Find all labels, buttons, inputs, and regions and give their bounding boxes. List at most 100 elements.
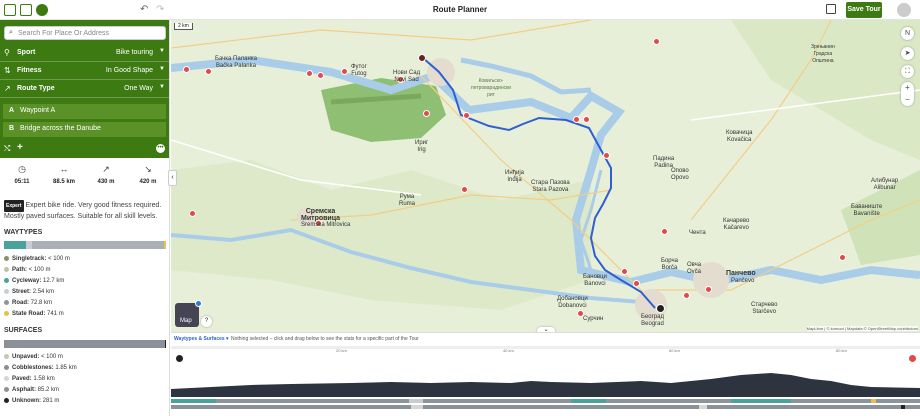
fitness-icon: ⇅ [4,66,11,75]
fullscreen-icon[interactable]: ⛶ [901,65,914,78]
legend-value: < 100 m [28,267,51,274]
legend-label: Unpaved: [12,354,40,361]
reorder-icon[interactable]: ⤭ [4,144,10,154]
waytype-segment [409,399,423,403]
poi-marker[interactable] [573,116,580,123]
zoom-in-icon[interactable]: + [901,82,914,94]
surfaces-heading: SURFACES [4,327,43,334]
poi-marker[interactable] [839,254,846,261]
collapse-sidebar-icon[interactable]: ‹ [168,170,177,186]
chevron-down-icon: ▼ [159,66,165,72]
place-label: Београд Beograd [641,314,664,327]
waypoint-b-marker[interactable] [418,54,426,62]
add-waypoint-icon[interactable]: + [17,142,23,153]
poi-marker[interactable] [341,68,348,75]
legend-value: 72.8 km [30,300,53,307]
poi-marker[interactable] [683,292,690,299]
place-label: Зрењанин Градска Општина [811,44,835,64]
legend-item: Path: < 100 m [4,267,51,273]
sport-setting[interactable]: ⚲ Sport Bike touring ▼ [0,44,169,62]
locate-icon[interactable]: ➤ [901,47,914,60]
legend-item: Cycleway: 12.7 km [4,278,64,284]
legend-item: Unpaved: < 100 m [4,354,63,360]
poi-marker[interactable] [306,70,313,77]
waytype-segment [26,241,32,249]
map-base [171,20,920,332]
place-label: Чента [689,230,706,236]
map-scale: 2 km [174,23,193,30]
waypoint-a[interactable]: A Waypoint A [3,104,166,119]
place-label: Ковачица Kovačica [726,130,753,143]
elevation-profile[interactable] [171,363,920,397]
place-label: Sremska Mitrovica [301,222,351,228]
poi-marker[interactable] [189,210,196,217]
legend-label: Cycleway: [12,278,42,285]
waypoint-b[interactable]: B Bridge across the Danube [3,122,166,137]
poi-marker[interactable] [183,66,190,73]
save-tour-button[interactable]: Save Tour [846,2,882,18]
poi-marker[interactable] [705,286,712,293]
poi-marker[interactable] [423,110,430,117]
legend-value: < 100 m [41,354,63,361]
export-icon[interactable] [826,4,836,14]
waypoint-a-marker[interactable] [656,304,665,313]
map-layer-label: Map [180,318,192,324]
zoom-out-icon[interactable]: − [901,94,914,106]
legend-label: Paved: [12,376,32,383]
legend-item: Street: 2.54 km [4,289,54,295]
setting-value: In Good Shape [105,67,153,74]
paved-swatch [4,376,9,381]
search-input[interactable]: ⌕ Search For Place Or Address [4,26,166,40]
distance-icon: ↔ [59,164,69,174]
compass-icon[interactable]: N [901,27,914,40]
axis-tick: 60 km [669,348,680,353]
poi-marker[interactable] [463,112,470,119]
poi-marker[interactable] [603,152,610,159]
avatar[interactable] [897,3,911,17]
zoom-control: + − [901,82,914,106]
poi-marker[interactable] [633,280,640,287]
poi-marker[interactable] [461,186,468,193]
poi-marker[interactable] [583,116,590,123]
setting-label: Sport [17,49,36,56]
tab-waytypes-surfaces[interactable]: Waytypes & Surfaces ▾ [174,336,229,342]
legend-label: Singletrack: [12,256,47,263]
unknown-swatch [4,398,9,403]
start-marker [176,355,183,362]
poi-marker[interactable] [661,228,668,235]
map-layer-button[interactable]: Map [175,300,202,327]
legend-value: 1.85 km [55,365,77,372]
poi-marker[interactable] [317,72,324,79]
legend-value: 85.2 km [37,387,60,394]
poi-marker[interactable] [205,68,212,75]
legend-value: 1.58 km [33,376,55,383]
asphalt-swatch [4,387,9,392]
place-label: Баваниште Bavanište [851,204,883,217]
map-canvas[interactable]: Бачка Паланка Bačka Palanka Футог Futog … [171,20,920,332]
legend-value: < 100 m [48,256,70,263]
difficulty-badge: Expert [4,200,24,212]
setting-label: Route Type [17,85,55,92]
legend-label: Unknown: [12,398,41,405]
fitness-setting[interactable]: ⇅ Fitness In Good Shape ▼ [0,62,169,80]
place-label: Бановци Banovci [583,274,607,287]
route-type-setting[interactable]: ↗ Route Type One Way ▼ [0,80,169,98]
ascent-stat: ↗ 430 m [85,164,127,185]
help-icon[interactable]: ? [201,316,212,327]
path-swatch [4,267,9,272]
difficulty-description: Expert Expert bike ride. Very good fitne… [4,200,166,222]
bike-icon: ⚲ [4,48,10,57]
poi-marker[interactable] [653,38,660,45]
clock-icon: ◷ [18,164,26,174]
place-label: Бачка Паланка Bačka Palanka [215,56,257,69]
poi-marker[interactable] [621,268,628,275]
more-icon[interactable]: ••• [156,144,165,153]
setting-value: Bike touring [116,49,153,56]
stat-value: 05:11 [14,179,30,185]
page-title: Route Planner [432,5,488,14]
waytypes-bar [4,241,166,249]
descent-stat: ↘ 420 m [127,164,169,185]
waytype-segment [4,241,26,249]
route-sidebar: ⌕ Search For Place Or Address ⚲ Sport Bi… [0,20,170,416]
legend-label: Path: [12,267,27,274]
